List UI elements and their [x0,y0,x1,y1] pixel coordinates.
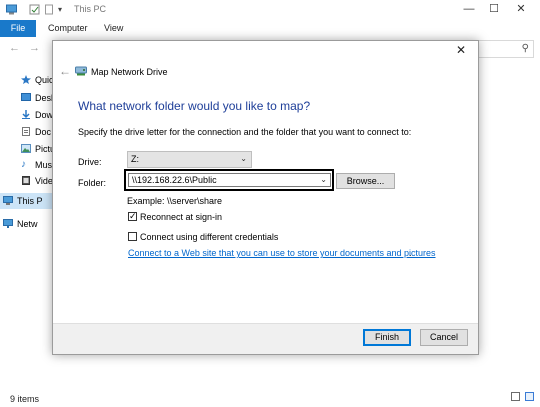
star-icon [21,75,31,84]
tab-computer[interactable]: Computer [48,23,88,33]
web-storage-link-text[interactable]: Connect to a Web site that you can use t… [128,248,436,258]
sidebar-item-desktop[interactable]: Desk [0,90,56,106]
network-drive-icon [75,65,87,76]
large-icons-view-icon[interactable] [525,392,534,401]
sidebar-item-label: Mus [35,160,53,170]
window-title: This PC [74,4,107,14]
computer-icon [3,196,13,205]
dialog-close-button[interactable]: ✕ [456,43,466,57]
sidebar-item-videos[interactable]: Vide [0,173,54,189]
folder-path-combobox[interactable]: \\192.168.22.6\Public ⌄ [128,173,331,187]
drive-label: Drive: [78,157,102,167]
sidebar-item-downloads[interactable]: Dow [0,107,54,123]
sidebar-item-label: Netw [17,219,38,229]
folder-label: Folder: [78,178,107,188]
maximize-button[interactable]: ☐ [485,2,503,16]
different-credentials-label[interactable]: Connect using different credentials [140,232,278,242]
sidebar-item-label: Dow [35,110,54,120]
sidebar-item-label: This P [17,196,43,206]
computer-app-icon [6,4,17,15]
sidebar-item-quick-access[interactable]: Quick [0,72,58,88]
dialog-footer [53,323,478,354]
checkmark-icon: ✓ [129,211,137,221]
search-icon: ⚲ [521,43,529,54]
reconnect-checkbox[interactable]: ✓ [128,211,137,221]
customize-toolbar-icon[interactable]: ▾ [58,4,69,15]
sidebar-item-label: Doc [35,127,52,137]
folder-example-text: Example: \\server\share [127,196,223,206]
videos-icon [21,176,31,185]
music-icon: ♪ [21,159,26,170]
new-folder-icon[interactable] [44,4,55,15]
sidebar-item-network[interactable]: Netw [0,216,54,232]
sidebar-item-music[interactable]: ♪ Mus [0,157,54,173]
drive-letter-select[interactable]: Z: ⌄ [127,151,252,168]
details-view-icon[interactable] [511,392,520,401]
dialog-back-arrow-icon[interactable]: ← [59,64,71,78]
back-arrow-icon[interactable]: ← [9,42,20,54]
file-tab[interactable]: File [0,20,36,37]
forward-arrow-icon[interactable]: → [29,42,40,54]
tab-view[interactable]: View [104,23,123,33]
folder-path-value: \\192.168.22.6\Public [132,175,217,185]
dialog-heading: What network folder would you like to ma… [78,99,311,113]
sidebar-item-label: Vide [35,176,53,186]
properties-icon[interactable] [29,4,40,15]
chevron-down-icon: ⌄ [240,154,247,163]
dialog-title: Map Network Drive [91,67,168,77]
sidebar-item-pictures[interactable]: Pictu [0,141,55,157]
reconnect-label[interactable]: Reconnect at sign-in [140,212,222,222]
network-icon [3,219,13,228]
map-network-drive-dialog [52,40,479,355]
close-window-button[interactable]: ✕ [512,2,530,16]
minimize-button[interactable]: — [460,2,478,16]
dialog-description: Specify the drive letter for the connect… [78,127,412,137]
drive-letter-value: Z: [131,154,139,164]
downloads-icon [21,110,31,119]
browse-button[interactable]: Browse... [336,173,395,189]
sidebar-item-this-pc[interactable]: This P [0,193,54,209]
pictures-icon [21,144,31,153]
link-period: . [409,248,412,258]
sidebar-item-documents[interactable]: Doc [0,124,54,140]
desktop-icon [21,93,31,102]
status-bar [0,388,540,407]
documents-icon [21,127,31,136]
chevron-down-icon[interactable]: ⌄ [320,175,327,184]
status-item-count: 9 items [10,394,40,404]
cancel-button[interactable]: Cancel [420,329,468,346]
different-credentials-checkbox[interactable] [128,232,137,241]
web-storage-link[interactable]: Connect to a Web site that you can use t… [128,248,436,258]
finish-button[interactable]: Finish [363,329,411,346]
search-box[interactable]: ⚲ [472,40,534,58]
